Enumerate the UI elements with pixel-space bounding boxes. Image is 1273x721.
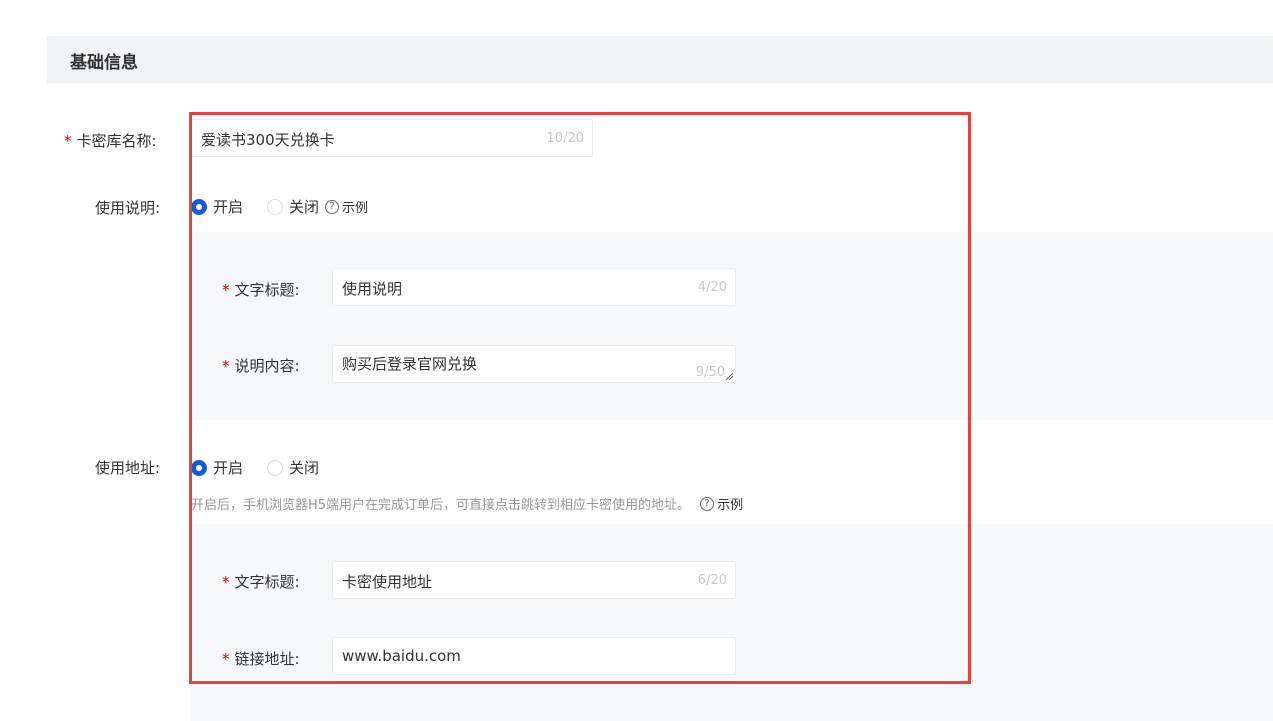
- question-circle-icon: ?: [700, 496, 715, 511]
- usage-url-radio-group: 开启 关闭: [191, 457, 333, 478]
- usage-url-hint: 开启后，手机浏览器H5端用户在完成订单后，可直接点击跳转到相应卡密使用的地址。 …: [191, 494, 743, 513]
- usage-desc-content-textarea[interactable]: 购买后登录官网兑换 9/50: [332, 345, 736, 383]
- usage-desc-radio-off[interactable]: 关闭: [267, 196, 319, 217]
- required-mark: *: [64, 132, 72, 150]
- usage-desc-radio-on[interactable]: 开启: [191, 196, 243, 217]
- usage-url-detail-panel: [191, 524, 1273, 721]
- usage-desc-content-label: * 说明内容:: [222, 357, 300, 375]
- usage-desc-title-label: * 文字标题:: [222, 281, 300, 299]
- usage-desc-title-input[interactable]: 使用说明 4/20: [332, 268, 736, 306]
- name-input-value: 爱读书300天兑换卡: [201, 131, 335, 149]
- name-input[interactable]: 爱读书300天兑换卡 10/20: [191, 119, 593, 157]
- radio-checked-icon: [191, 459, 207, 476]
- usage-url-radio-off[interactable]: 关闭: [267, 457, 319, 478]
- radio-unchecked-icon: [267, 198, 284, 215]
- usage-desc-radio-group: 开启 关闭 ? 示例: [191, 196, 368, 217]
- radio-checked-icon: [191, 198, 207, 215]
- usage-url-label: 使用地址:: [95, 459, 161, 477]
- resize-handle-icon[interactable]: [725, 372, 733, 380]
- usage-url-link-input[interactable]: www.baidu.com: [332, 637, 736, 675]
- usage-desc-example-link[interactable]: ? 示例: [325, 197, 368, 216]
- usage-url-link-label: * 链接地址:: [222, 650, 300, 668]
- question-circle-icon: ?: [325, 199, 340, 214]
- usage-url-radio-on[interactable]: 开启: [191, 457, 243, 478]
- section-title: 基础信息: [70, 53, 138, 73]
- section-header: 基础信息: [47, 36, 1273, 83]
- radio-unchecked-icon: [267, 459, 284, 476]
- name-char-count: 10/20: [546, 131, 584, 146]
- name-label: * 卡密库名称:: [64, 132, 157, 150]
- usage-url-example-link[interactable]: ? 示例: [700, 494, 743, 513]
- usage-url-title-label: * 文字标题:: [222, 573, 300, 591]
- usage-desc-detail-panel: [191, 232, 1273, 420]
- usage-desc-label: 使用说明:: [95, 199, 161, 217]
- usage-url-title-input[interactable]: 卡密使用地址 6/20: [332, 561, 736, 599]
